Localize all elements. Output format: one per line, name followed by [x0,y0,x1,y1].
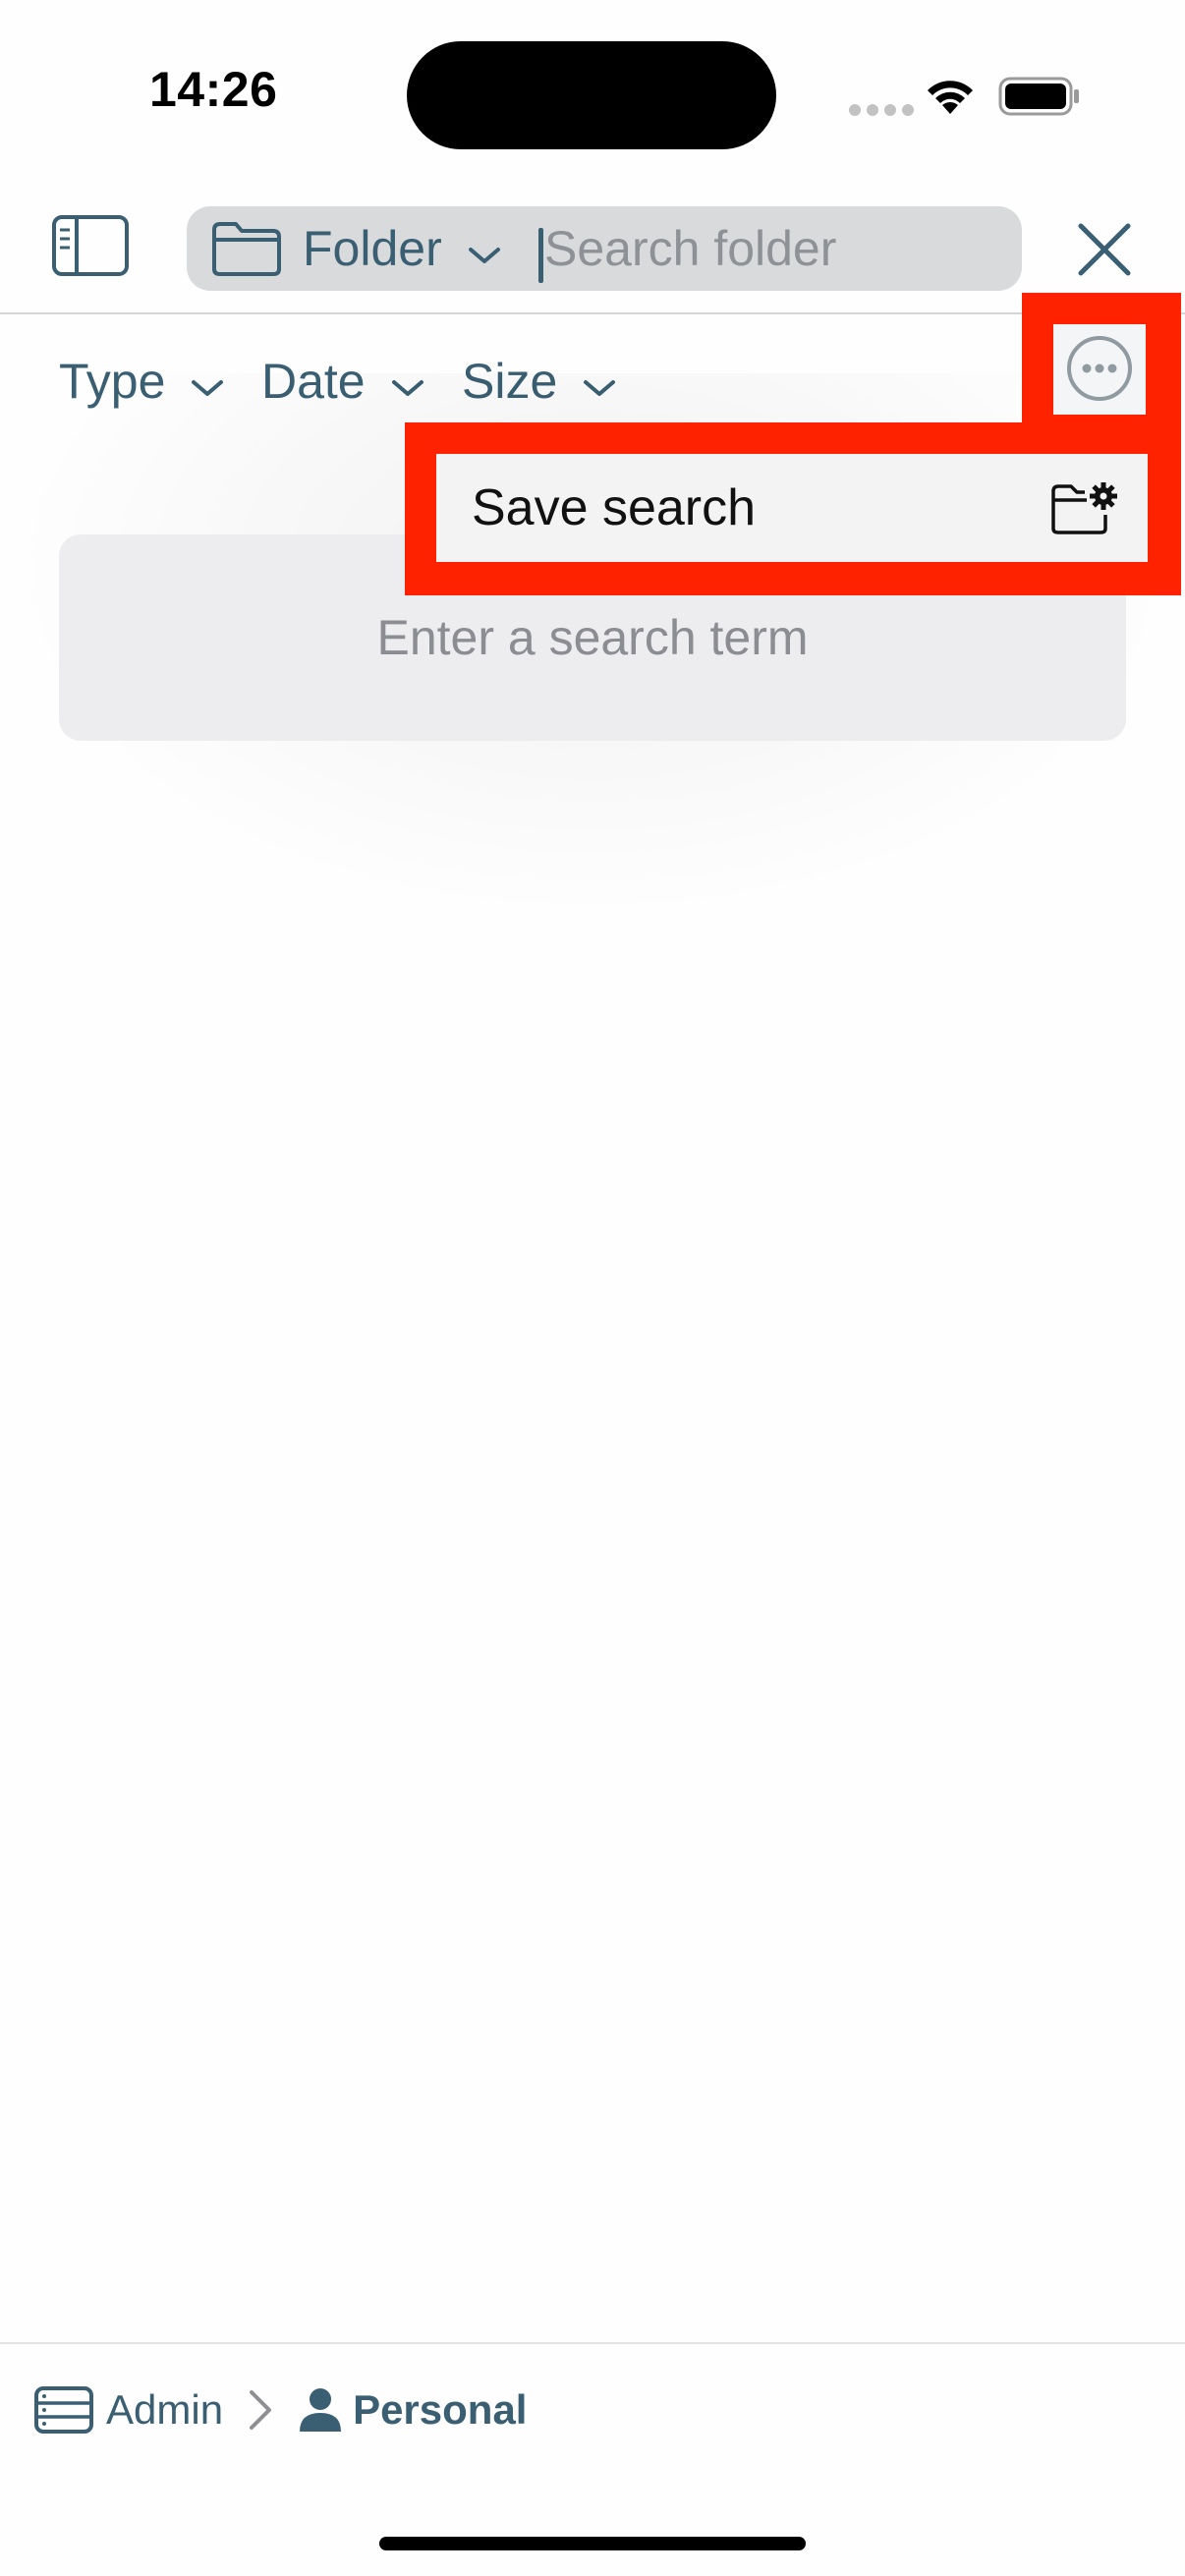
more-button[interactable] [1053,324,1146,415]
folder-icon [212,222,281,276]
breadcrumb: Admin Personal [33,2378,527,2442]
search-scope-label: Folder [303,221,442,276]
ellipsis-circle-icon [1067,336,1132,401]
search-input[interactable] [544,206,1006,291]
wifi-icon [928,81,973,114]
text-cursor [538,228,543,283]
close-button[interactable] [1073,218,1136,281]
screen: 14:26 Folder Search folder Enter a searc… [0,0,1185,2576]
chevron-right-icon [250,2390,272,2430]
chevron-down-icon [468,248,500,263]
sidebar-toggle-button[interactable] [51,214,130,277]
server-icon[interactable] [33,2385,94,2435]
highlight-frame-menu: Save search [405,422,1181,595]
person-icon [300,2388,342,2432]
highlight-frame-more [1022,293,1181,426]
status-time: 14:26 [149,62,278,117]
save-search-label: Save search [472,479,757,536]
folder-gear-icon [1051,482,1117,534]
toolbar-divider [0,312,1185,314]
save-search-menu-item[interactable]: Save search [436,454,1148,562]
search-scope-selector[interactable]: Folder [210,206,501,291]
search-bar: Folder [187,206,1022,291]
breadcrumb-personal[interactable]: Personal [353,2386,527,2434]
battery-icon [998,77,1079,116]
breadcrumb-admin[interactable]: Admin [106,2386,223,2434]
dynamic-island [407,41,776,149]
home-indicator[interactable] [379,2537,806,2550]
cellular-signal-icon [849,104,914,116]
empty-state-message: Enter a search term [376,610,809,665]
bottom-divider [0,2342,1185,2344]
